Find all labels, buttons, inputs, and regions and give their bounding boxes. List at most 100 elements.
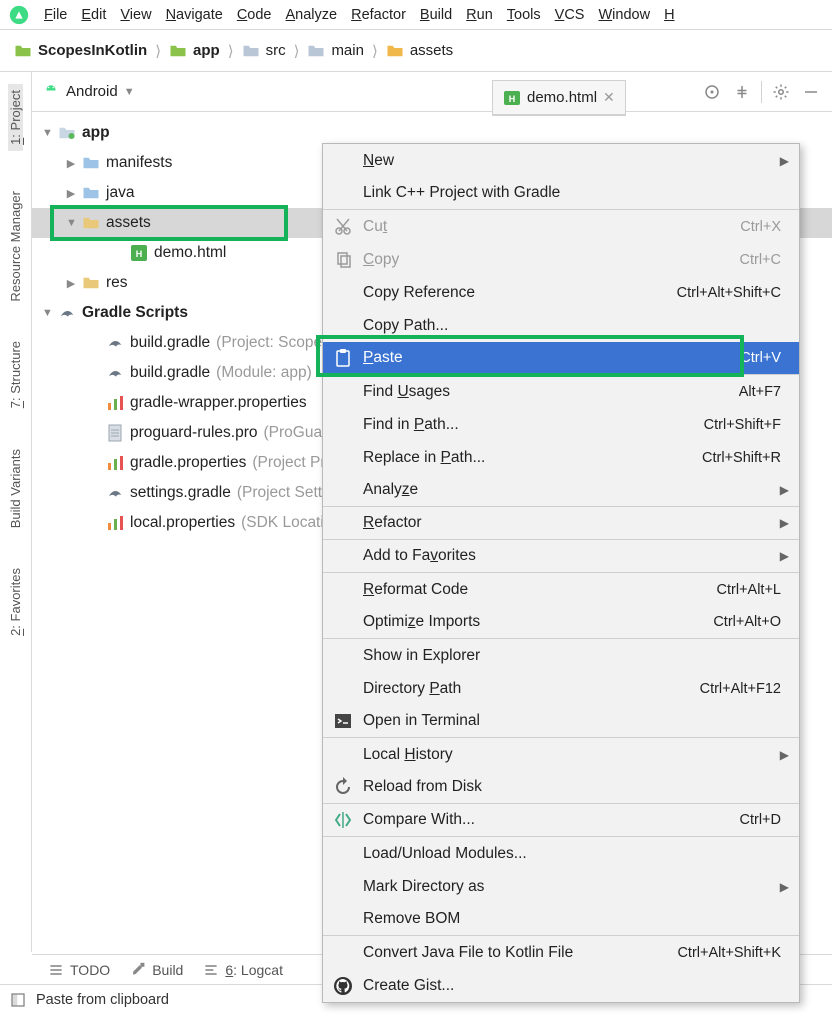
ctx-refactor[interactable]: Refactor▶: [323, 507, 799, 540]
menu-run[interactable]: Run: [466, 7, 493, 23]
tree-node-label: manifests: [106, 154, 172, 172]
bottom-tab-build[interactable]: Build: [130, 962, 183, 978]
gutter-7-structure[interactable]: 7: Structure: [8, 341, 23, 408]
ctx-label: Cut: [363, 218, 387, 236]
ctx-cut[interactable]: CutCtrl+X: [323, 210, 799, 243]
ctx-link-c-project-with-gradle[interactable]: Link C++ Project with Gradle: [323, 177, 799, 210]
bottom-tab-6-logcat[interactable]: 6: Logcat: [203, 962, 283, 978]
breadcrumb-separator: ⟩: [153, 42, 163, 60]
gutter-build-variants[interactable]: Build Variants: [8, 449, 23, 528]
menu-file[interactable]: File: [44, 7, 67, 23]
menu-code[interactable]: Code: [237, 7, 272, 23]
ctx-mark-directory-as[interactable]: Mark Directory as▶: [323, 870, 799, 903]
tree-node-label: build.gradle: [130, 364, 210, 382]
menu-edit[interactable]: Edit: [81, 7, 106, 23]
menu-build[interactable]: Build: [420, 7, 452, 23]
editor-tab-demo[interactable]: H demo.html ✕: [492, 80, 626, 116]
gutter-resource-manager[interactable]: Resource Manager: [8, 191, 23, 302]
ctx-label: Reload from Disk: [363, 778, 482, 796]
ctx-shortcut: Ctrl+Alt+Shift+K: [677, 945, 781, 961]
tree-node-label: app: [82, 124, 110, 142]
ctx-copy[interactable]: CopyCtrl+C: [323, 243, 799, 276]
tree-node-label: gradle-wrapper.properties: [130, 394, 307, 412]
bottom-tab-todo[interactable]: TODO: [48, 962, 110, 978]
bottom-tab-label: 6: Logcat: [225, 962, 283, 978]
ctx-open-in-terminal[interactable]: Open in Terminal: [323, 705, 799, 738]
ctx-find-in-path[interactable]: Find in Path...Ctrl+Shift+F: [323, 408, 799, 441]
settings-button[interactable]: [770, 81, 792, 103]
hide-panel-button[interactable]: [800, 81, 822, 103]
tree-node-label: java: [106, 184, 134, 202]
breadcrumb-separator: ⟩: [292, 42, 302, 60]
ctx-label: Copy Reference: [363, 284, 475, 302]
ctx-copy-reference[interactable]: Copy ReferenceCtrl+Alt+Shift+C: [323, 276, 799, 309]
ctx-shortcut: Ctrl+V: [740, 350, 781, 366]
menu-navigate[interactable]: Navigate: [166, 7, 223, 23]
locate-button[interactable]: [701, 81, 723, 103]
ctx-label: Replace in Path...: [363, 449, 485, 467]
breadcrumb-src[interactable]: src: [242, 42, 286, 59]
svg-text:H: H: [509, 94, 516, 104]
breadcrumb-app[interactable]: app: [169, 42, 220, 59]
ctx-find-usages[interactable]: Find UsagesAlt+F7: [323, 375, 799, 408]
menu-view[interactable]: View: [120, 7, 151, 23]
ctx-label: Reformat Code: [363, 581, 468, 599]
submenu-arrow-icon: ▶: [780, 154, 789, 168]
ctx-optimize-imports[interactable]: Optimize ImportsCtrl+Alt+O: [323, 606, 799, 639]
android-icon: [42, 83, 60, 101]
bottom-tab-label: TODO: [70, 962, 110, 978]
ctx-label: Compare With...: [363, 811, 475, 829]
ctx-create-gist[interactable]: Create Gist...: [323, 969, 799, 1002]
breadcrumb-scopesinkotlin[interactable]: ScopesInKotlin: [14, 42, 147, 59]
menubar: File Edit View Navigate Code Analyze Refactor B…: [0, 0, 832, 30]
ctx-directory-path[interactable]: Directory PathCtrl+Alt+F12: [323, 672, 799, 705]
ctx-load-unload-modules[interactable]: Load/Unload Modules...: [323, 837, 799, 870]
ctx-analyze[interactable]: Analyze▶: [323, 474, 799, 507]
tree-node-label: res: [106, 274, 128, 292]
ctx-convert-java-file-to-kotlin-file[interactable]: Convert Java File to Kotlin FileCtrl+Alt…: [323, 936, 799, 969]
ctx-label: Show in Explorer: [363, 647, 480, 665]
menu-h[interactable]: H: [664, 7, 674, 23]
editor-tab-strip: H demo.html ✕: [492, 78, 626, 118]
close-tab-icon[interactable]: ✕: [603, 89, 615, 106]
gutter-1-project[interactable]: 1: Project: [8, 84, 23, 151]
ctx-reload-from-disk[interactable]: Reload from Disk: [323, 771, 799, 804]
ctx-local-history[interactable]: Local History▶: [323, 738, 799, 771]
gutter-2-favorites[interactable]: 2: Favorites: [8, 568, 23, 636]
ctx-remove-bom[interactable]: Remove BOM: [323, 903, 799, 936]
ctx-label: Find Usages: [363, 383, 450, 401]
submenu-arrow-icon: ▶: [780, 516, 789, 530]
tree-arrow-icon: ▶: [66, 187, 76, 200]
ctx-reformat-code[interactable]: Reformat CodeCtrl+Alt+L: [323, 573, 799, 606]
breadcrumb-separator: ⟩: [370, 42, 380, 60]
collapse-all-button[interactable]: [731, 81, 753, 103]
menu-analyze[interactable]: Analyze: [286, 7, 338, 23]
tree-node-label: build.gradle: [130, 334, 210, 352]
ctx-compare-with[interactable]: Compare With...Ctrl+D: [323, 804, 799, 837]
ctx-label: Mark Directory as: [363, 878, 484, 896]
ctx-new[interactable]: New▶: [323, 144, 799, 177]
ctx-shortcut: Ctrl+Shift+F: [704, 417, 781, 433]
menu-refactor[interactable]: Refactor: [351, 7, 406, 23]
ctx-copy-path[interactable]: Copy Path...: [323, 309, 799, 342]
submenu-arrow-icon: ▶: [780, 748, 789, 762]
android-studio-logo: [8, 4, 30, 26]
ctx-label: Create Gist...: [363, 977, 454, 995]
menu-window[interactable]: Window: [598, 7, 650, 23]
tree-arrow-icon: ▶: [66, 157, 76, 170]
breadcrumb-main[interactable]: main: [307, 42, 364, 59]
tree-node-label: demo.html: [154, 244, 226, 262]
ctx-add-to-favorites[interactable]: Add to Favorites▶: [323, 540, 799, 573]
project-mode-dropdown[interactable]: Android ▼: [42, 83, 135, 101]
breadcrumb-separator: ⟩: [226, 42, 236, 60]
ctx-paste[interactable]: Paste Ctrl+V: [323, 342, 799, 375]
ctx-label: Load/Unload Modules...: [363, 845, 527, 863]
menu-vcs[interactable]: VCS: [555, 7, 585, 23]
breadcrumb-bar: ScopesInKotlin ⟩ app ⟩ src ⟩ main ⟩ assets: [0, 30, 832, 72]
ctx-replace-in-path[interactable]: Replace in Path...Ctrl+Shift+R: [323, 441, 799, 474]
breadcrumb-assets[interactable]: assets: [386, 42, 453, 59]
menu-tools[interactable]: Tools: [507, 7, 541, 23]
submenu-arrow-icon: ▶: [780, 549, 789, 563]
ctx-show-in-explorer[interactable]: Show in Explorer: [323, 639, 799, 672]
ctx-label: Paste: [363, 349, 403, 367]
